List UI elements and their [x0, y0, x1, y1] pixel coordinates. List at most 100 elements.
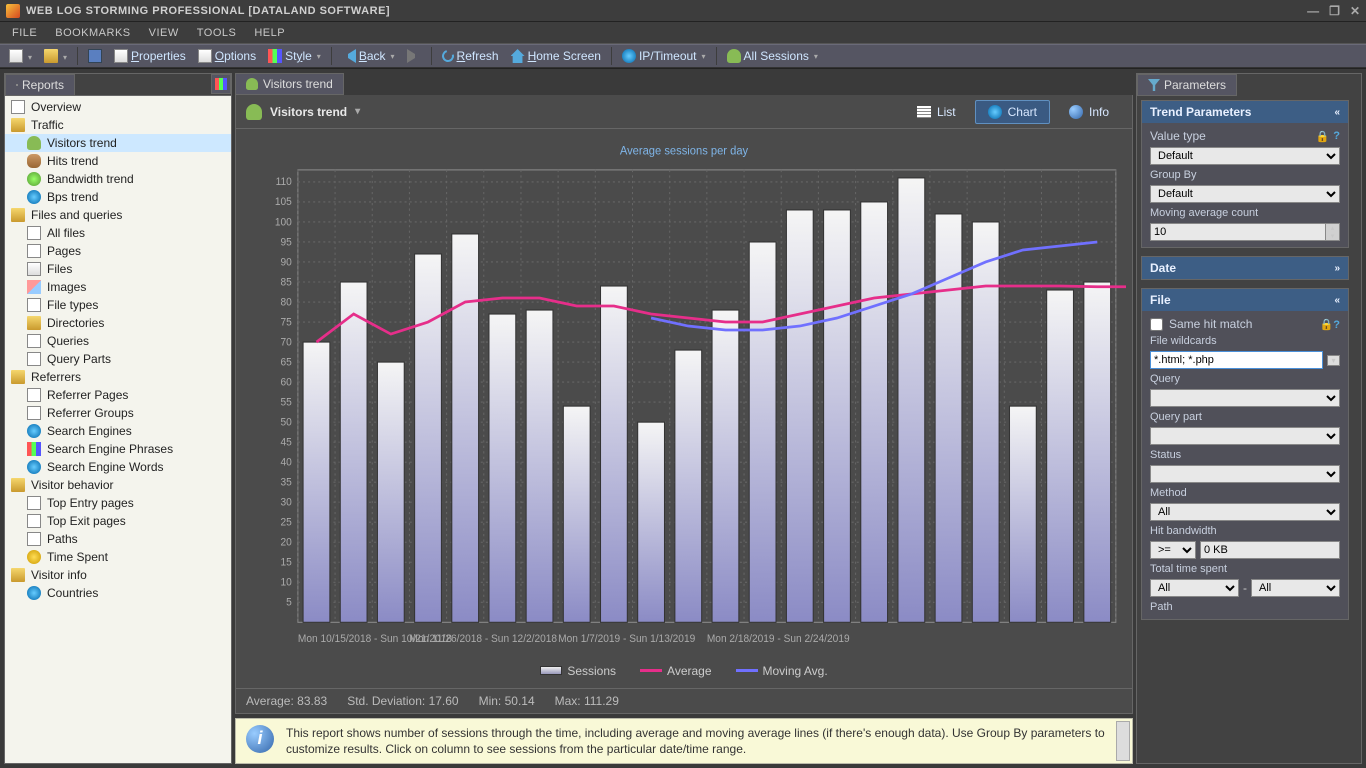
tree-item[interactable]: Directories: [5, 314, 231, 332]
tree-item[interactable]: Top Entry pages: [5, 494, 231, 512]
tree-item[interactable]: Images: [5, 278, 231, 296]
save-button[interactable]: [83, 47, 107, 65]
query-select[interactable]: [1150, 389, 1340, 407]
mavg-input[interactable]: [1150, 223, 1326, 241]
svg-text:75: 75: [280, 316, 291, 328]
properties-button[interactable]: PPropertiesroperties: [109, 47, 191, 65]
tts-to-select[interactable]: All: [1251, 579, 1340, 597]
menu-view[interactable]: VIEW: [141, 25, 187, 41]
svg-text:25: 25: [280, 516, 291, 528]
tree-item[interactable]: Files and queries: [5, 206, 231, 224]
tree-item[interactable]: Overview: [5, 98, 231, 116]
status-select[interactable]: [1150, 465, 1340, 483]
tree-item[interactable]: All files: [5, 224, 231, 242]
menu-tools[interactable]: TOOLS: [189, 25, 245, 41]
svg-text:80: 80: [280, 296, 291, 308]
report-header: Visitors trend ▾ List Chart Info: [235, 95, 1133, 129]
tree-item[interactable]: Hits trend: [5, 152, 231, 170]
main-toolbar: PPropertiesroperties Options Style Back …: [0, 44, 1366, 68]
minimize-button[interactable]: —: [1307, 4, 1319, 18]
tree-item[interactable]: Search Engine Phrases: [5, 440, 231, 458]
reports-tab[interactable]: Reports: [5, 74, 75, 95]
tree-item[interactable]: Search Engine Words: [5, 458, 231, 476]
ip-timeout-button[interactable]: IP/Timeout: [617, 47, 711, 65]
svg-text:100: 100: [275, 216, 292, 228]
view-list-button[interactable]: List: [904, 100, 969, 124]
tree-item[interactable]: Visitor behavior: [5, 476, 231, 494]
tree-item[interactable]: Referrer Pages: [5, 386, 231, 404]
info-scrollbar[interactable]: [1116, 721, 1130, 761]
tree-item[interactable]: Referrers: [5, 368, 231, 386]
report-tab[interactable]: Visitors trend: [235, 73, 344, 95]
menu-bookmarks[interactable]: BOOKMARKS: [47, 25, 138, 41]
tree-item[interactable]: Paths: [5, 530, 231, 548]
new-button[interactable]: [4, 47, 37, 65]
info-icon: i: [246, 725, 274, 753]
report-title: Visitors trend: [270, 105, 347, 119]
group-by-select[interactable]: Default: [1150, 185, 1340, 203]
app-logo-icon: [6, 4, 20, 18]
all-sessions-button[interactable]: All Sessions: [722, 47, 823, 65]
tree-item[interactable]: Query Parts: [5, 350, 231, 368]
info-text: This report shows number of sessions thr…: [286, 725, 1122, 757]
parameters-panel: Parameters Trend Parameters« Value type🔒…: [1136, 73, 1362, 764]
chart-area[interactable]: Average sessions per day5101520253035404…: [242, 139, 1126, 658]
back-button[interactable]: Back: [337, 47, 400, 65]
tree-item[interactable]: Referrer Groups: [5, 404, 231, 422]
view-chart-button[interactable]: Chart: [975, 100, 1050, 124]
close-button[interactable]: ✕: [1350, 4, 1360, 18]
app-title: WEB LOG STORMING PROFESSIONAL [DATALAND …: [26, 5, 1307, 17]
tts-label: Total time spent: [1150, 563, 1340, 575]
tree-item[interactable]: Bandwidth trend: [5, 170, 231, 188]
date-params-header[interactable]: Date»: [1142, 257, 1348, 279]
view-info-button[interactable]: Info: [1056, 100, 1122, 124]
same-hit-checkbox[interactable]: [1150, 318, 1163, 331]
svg-text:45: 45: [280, 436, 291, 448]
tree-item[interactable]: Countries: [5, 584, 231, 602]
tree-item[interactable]: File types: [5, 296, 231, 314]
parameters-tab[interactable]: Parameters: [1137, 74, 1237, 96]
tree-item[interactable]: Bps trend: [5, 188, 231, 206]
svg-text:Mon 11/26/2018 - Sun 12/2/2018: Mon 11/26/2018 - Sun 12/2/2018: [409, 633, 557, 645]
spin-buttons[interactable]: ▴▾: [1326, 223, 1340, 241]
svg-text:Mon 1/7/2019 - Sun 1/13/2019: Mon 1/7/2019 - Sun 1/13/2019: [558, 633, 695, 645]
open-button[interactable]: [39, 47, 72, 65]
home-button[interactable]: Home Screen: [506, 47, 606, 65]
trend-params-header[interactable]: Trend Parameters«: [1142, 101, 1348, 123]
refresh-button[interactable]: Refresh: [437, 47, 504, 65]
menu-help[interactable]: HELP: [246, 25, 293, 41]
value-type-select[interactable]: Default: [1150, 147, 1340, 165]
tree-item[interactable]: Search Engines: [5, 422, 231, 440]
tree-item[interactable]: Time Spent: [5, 548, 231, 566]
hit-bw-input[interactable]: [1200, 541, 1340, 559]
forward-button[interactable]: [402, 47, 426, 65]
svg-text:60: 60: [280, 376, 291, 388]
tts-from-select[interactable]: All: [1150, 579, 1239, 597]
query-part-select[interactable]: [1150, 427, 1340, 445]
value-type-label: Value type🔒?: [1150, 129, 1340, 143]
tree-item[interactable]: Visitor info: [5, 566, 231, 584]
options-button[interactable]: Options: [193, 47, 261, 65]
path-label: Path: [1150, 601, 1340, 613]
method-select[interactable]: All: [1150, 503, 1340, 521]
svg-text:Average sessions per day: Average sessions per day: [620, 144, 748, 158]
maximize-button[interactable]: ❐: [1329, 4, 1340, 18]
tree-item[interactable]: Top Exit pages: [5, 512, 231, 530]
tree-item[interactable]: Queries: [5, 332, 231, 350]
wildcards-label: File wildcards: [1150, 335, 1340, 347]
tree-item[interactable]: Traffic: [5, 116, 231, 134]
hit-bw-op-select[interactable]: >=: [1150, 541, 1196, 559]
file-params-header[interactable]: File«: [1142, 289, 1348, 311]
wildcards-input[interactable]: [1150, 351, 1323, 369]
tree-item[interactable]: Pages: [5, 242, 231, 260]
svg-text:70: 70: [280, 336, 291, 348]
tree-item[interactable]: Visitors trend: [5, 134, 231, 152]
status-label: Status: [1150, 449, 1340, 461]
style-button[interactable]: Style: [263, 47, 326, 65]
svg-text:105: 105: [275, 196, 292, 208]
svg-text:30: 30: [280, 496, 291, 508]
reports-toggle-button[interactable]: [211, 74, 231, 94]
svg-text:15: 15: [280, 556, 291, 568]
menu-file[interactable]: FILE: [4, 25, 45, 41]
tree-item[interactable]: Files: [5, 260, 231, 278]
